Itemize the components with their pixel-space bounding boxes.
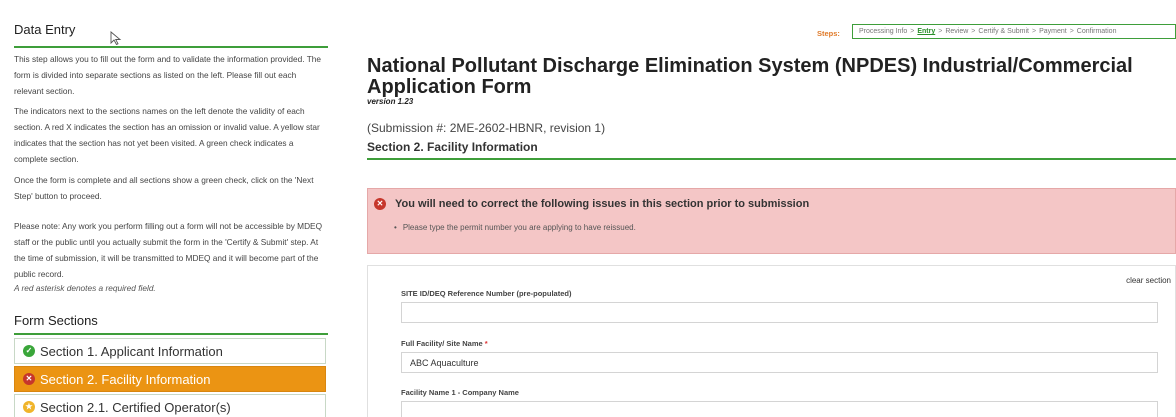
facility-name-label-text: Full Facility/ Site Name: [401, 339, 483, 348]
form-sections-title: Form Sections: [14, 313, 98, 328]
step-confirmation[interactable]: Confirmation: [1077, 28, 1117, 35]
section-title-rule: [367, 158, 1176, 160]
page-title: National Pollutant Discharge Elimination…: [367, 55, 1133, 98]
error-summary: ✕ You will need to correct the following…: [367, 188, 1176, 254]
facility-name-input[interactable]: [401, 352, 1158, 373]
step-separator: >: [1031, 28, 1037, 35]
step-separator: >: [1069, 28, 1074, 35]
section-item-label: Section 2. Facility Information: [40, 371, 211, 387]
required-note: A red asterisk denotes a required field.: [14, 283, 156, 293]
indicators-paragraph: The indicators next to the sections name…: [14, 106, 320, 164]
section-item-applicant-information[interactable]: ✓ Section 1. Applicant Information: [14, 338, 326, 364]
check-icon: ✓: [23, 345, 35, 357]
x-icon: ✕: [23, 373, 35, 385]
next-step-paragraph: Once the form is complete and all sectio…: [14, 175, 314, 201]
bullet-icon: •: [394, 223, 397, 232]
star-icon: ★: [23, 401, 35, 413]
step-processing-info[interactable]: Processing Info: [859, 28, 907, 35]
step-entry[interactable]: Entry: [917, 28, 935, 35]
form-panel: clear section SITE ID/DEQ Reference Numb…: [367, 265, 1176, 417]
facility-name-label: Full Facility/ Site Name *: [401, 339, 488, 348]
clear-section-link[interactable]: clear section: [1126, 276, 1171, 285]
step-separator: >: [910, 28, 915, 35]
section-title: Section 2. Facility Information: [367, 140, 538, 154]
step-separator: >: [971, 28, 976, 35]
step-certify-submit[interactable]: Certify & Submit: [978, 28, 1029, 35]
section-item-label: Section 2.1. Certified Operator(s): [40, 399, 231, 415]
error-icon: ✕: [374, 198, 386, 210]
step-separator: >: [938, 28, 943, 35]
error-item: • Please type the permit number you are a…: [394, 223, 636, 232]
company-name-label-text: Facility Name 1 - Company Name: [401, 388, 519, 397]
company-name-label: Facility Name 1 - Company Name: [401, 388, 519, 397]
sidebar-title-rule: [14, 46, 328, 48]
sidebar: Data Entry This step allows you to fill …: [14, 0, 328, 417]
mouse-cursor-icon: [110, 31, 122, 45]
section-item-facility-information[interactable]: ✕ Section 2. Facility Information: [14, 366, 326, 392]
note-paragraph: Please note: Any work you perform fillin…: [14, 221, 323, 279]
company-name-input[interactable]: [401, 401, 1158, 417]
steps-breadcrumb: Processing Info > Entry > Review > Certi…: [852, 24, 1176, 39]
error-heading: You will need to correct the following i…: [395, 198, 810, 210]
site-id-label: SITE ID/DEQ Reference Number (pre-popula…: [401, 289, 571, 298]
form-sections-rule: [14, 333, 328, 335]
section-item-certified-operators[interactable]: ★ Section 2.1. Certified Operator(s): [14, 394, 326, 417]
sidebar-title: Data Entry: [14, 22, 76, 37]
section-item-label: Section 1. Applicant Information: [40, 343, 223, 359]
intro-paragraph: This step allows you to fill out the for…: [14, 54, 321, 96]
required-asterisk: *: [484, 339, 488, 348]
step-review[interactable]: Review: [945, 28, 968, 35]
site-id-input[interactable]: [401, 302, 1158, 323]
form-version: version 1.23: [367, 97, 414, 106]
error-heading-row: ✕ You will need to correct the following…: [374, 198, 809, 210]
site-id-label-text: SITE ID/DEQ Reference Number (pre-popula…: [401, 289, 572, 298]
error-item-text: Please type the permit number you are ap…: [402, 223, 636, 232]
submission-number: (Submission #: 2ME-2602-HBNR, revision 1…: [367, 121, 606, 135]
step-payment[interactable]: Payment: [1039, 28, 1067, 35]
steps-label: Steps:: [817, 29, 840, 38]
